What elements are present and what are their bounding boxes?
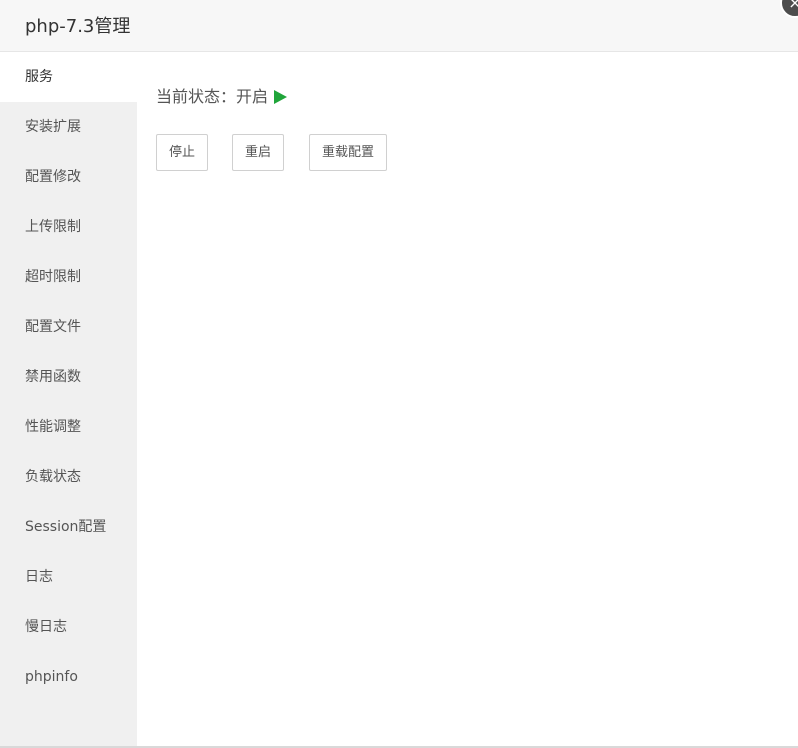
restart-button[interactable]: 重启 [232, 134, 285, 171]
play-icon [274, 90, 288, 104]
sidebar-item-phpinfo[interactable]: phpinfo [0, 652, 137, 702]
sidebar-item-load-status[interactable]: 负载状态 [0, 452, 137, 502]
status-label: 当前状态： [156, 87, 237, 106]
sidebar-item-log[interactable]: 日志 [0, 552, 137, 602]
sidebar-item-config-file[interactable]: 配置文件 [0, 302, 137, 352]
status-line: 当前状态： 开启 [156, 86, 288, 108]
sidebar-item-upload-limit[interactable]: 上传限制 [0, 202, 137, 252]
dialog-title: php-7.3管理 [25, 16, 131, 37]
sidebar: 服务 安装扩展 配置修改 上传限制 超时限制 配置文件 禁用函数 性能调整 负载… [0, 52, 137, 746]
sidebar-item-performance[interactable]: 性能调整 [0, 402, 137, 452]
sidebar-item-slow-log[interactable]: 慢日志 [0, 602, 137, 652]
dialog-titlebar: php-7.3管理 [0, 0, 798, 52]
main-panel: 当前状态： 开启 停止 重启 重载配置 [137, 52, 798, 746]
reload-config-button[interactable]: 重载配置 [309, 134, 388, 171]
status-value: 开启 [236, 87, 269, 106]
sidebar-item-service[interactable]: 服务 [0, 52, 137, 102]
php-manager-dialog: php-7.3管理 × 服务 安装扩展 配置修改 上传限制 超时限制 配置文件 … [0, 0, 798, 748]
sidebar-item-session-config[interactable]: Session配置 [0, 502, 137, 552]
stop-button[interactable]: 停止 [156, 134, 209, 171]
sidebar-item-disabled-functions[interactable]: 禁用函数 [0, 352, 137, 402]
sidebar-item-timeout-limit[interactable]: 超时限制 [0, 252, 137, 302]
sidebar-item-install-extensions[interactable]: 安装扩展 [0, 102, 137, 152]
sidebar-item-config-edit[interactable]: 配置修改 [0, 152, 137, 202]
